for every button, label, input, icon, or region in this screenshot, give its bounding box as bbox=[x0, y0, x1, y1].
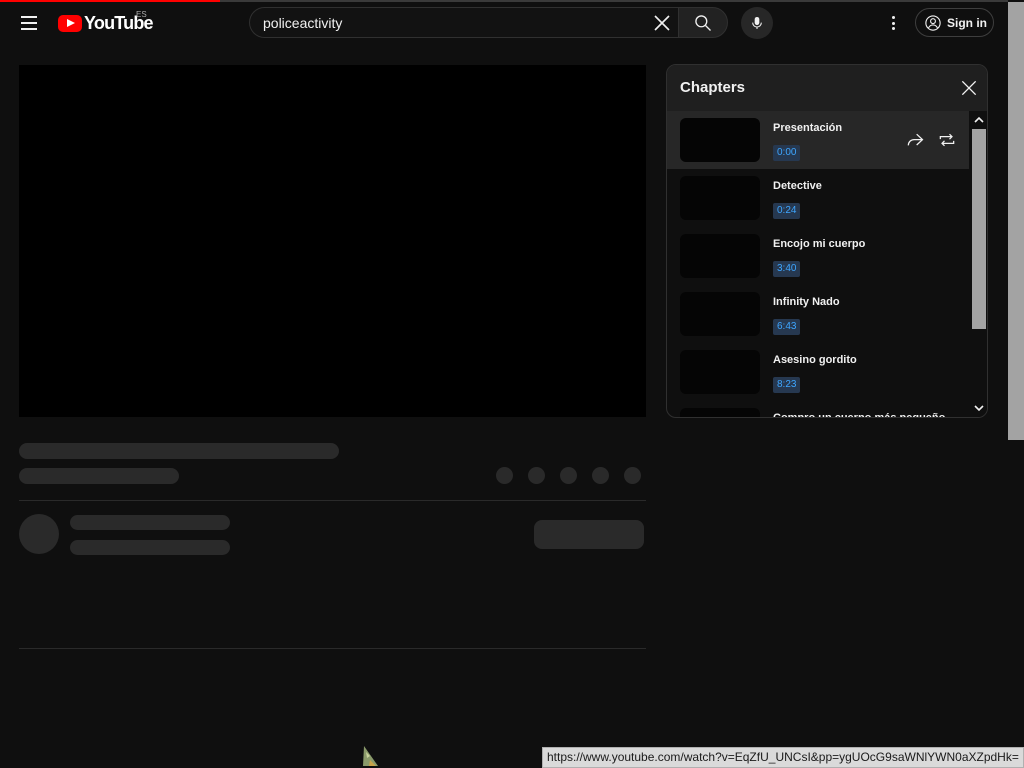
chapter-title: Detective bbox=[773, 180, 822, 192]
chapter-title: Asesino gordito bbox=[773, 354, 857, 366]
channel-subs-placeholder bbox=[70, 540, 230, 555]
divider bbox=[19, 648, 646, 649]
chapter-timestamp[interactable]: 0:00 bbox=[773, 145, 801, 161]
chapters-header: Chapters bbox=[667, 65, 987, 111]
search-box bbox=[249, 7, 679, 38]
page-scrollbar-thumb[interactable] bbox=[1008, 2, 1024, 440]
chapter-list: Presentación 0:00 Detective 0:24 Encojo mi c… bbox=[667, 111, 969, 417]
video-player[interactable] bbox=[19, 65, 646, 417]
chapter-timestamp[interactable]: 3:40 bbox=[773, 261, 801, 277]
chapter-thumbnail[interactable] bbox=[680, 234, 760, 278]
more-vert-icon bbox=[891, 16, 895, 19]
masthead: YouTube ES Sign in bbox=[0, 0, 1008, 46]
share-icon[interactable] bbox=[905, 130, 925, 150]
channel-avatar-placeholder bbox=[19, 514, 59, 554]
divider bbox=[19, 500, 646, 501]
microphone-icon bbox=[752, 17, 762, 29]
chapter-title: Infinity Nado bbox=[773, 296, 840, 308]
chapter-timestamp[interactable]: 6:43 bbox=[773, 319, 801, 335]
youtube-logo[interactable]: YouTube ES bbox=[58, 10, 154, 35]
repeat-icon[interactable] bbox=[937, 130, 957, 150]
page-scrollbar[interactable] bbox=[1008, 0, 1024, 768]
action-button-placeholder bbox=[528, 467, 545, 484]
chapter-timestamp[interactable]: 8:23 bbox=[773, 377, 801, 393]
chapter-title: Presentación bbox=[773, 122, 843, 134]
action-button-placeholder bbox=[496, 467, 513, 484]
scroll-up-icon[interactable] bbox=[974, 115, 984, 125]
chapter-thumbnail[interactable] bbox=[680, 350, 760, 394]
country-code: ES bbox=[136, 10, 147, 19]
search-input[interactable] bbox=[263, 12, 643, 34]
chapters-scrollbar[interactable] bbox=[971, 111, 987, 417]
status-bar-url: https://www.youtube.com/watch?v=EqZfU_UN… bbox=[542, 747, 1024, 768]
chapter-thumbnail[interactable] bbox=[680, 118, 760, 162]
scroll-down-icon[interactable] bbox=[974, 403, 984, 413]
action-button-placeholder bbox=[560, 467, 577, 484]
video-title-placeholder bbox=[19, 443, 339, 459]
chapter-thumbnail[interactable] bbox=[680, 176, 760, 220]
guide-menu-button[interactable] bbox=[14, 8, 44, 38]
youtube-play-icon bbox=[58, 14, 82, 32]
video-meta-placeholder bbox=[19, 468, 179, 484]
hamburger-icon-line bbox=[21, 22, 37, 24]
account-circle-icon bbox=[925, 14, 941, 31]
chapter-item[interactable]: Presentación 0:00 bbox=[667, 111, 969, 169]
chapter-item[interactable]: Infinity Nado 6:43 bbox=[667, 285, 969, 343]
clear-search-icon[interactable] bbox=[650, 11, 674, 35]
cursor-mascot-icon bbox=[363, 746, 378, 766]
more-vert-icon-dot bbox=[891, 21, 895, 25]
chapter-thumbnail[interactable] bbox=[680, 292, 760, 336]
chapter-item[interactable]: Asesino gordito 8:23 bbox=[667, 343, 969, 401]
search-icon bbox=[695, 14, 711, 31]
chapter-item[interactable]: Encojo mi cuerpo 3:40 bbox=[667, 227, 969, 285]
chapter-title: Encojo mi cuerpo bbox=[773, 238, 866, 250]
close-icon[interactable] bbox=[959, 78, 979, 98]
chapters-panel: Chapters Presentación 0:00 Detective 0:24 En… bbox=[666, 64, 988, 418]
chapters-scrollbar-thumb[interactable] bbox=[972, 129, 986, 329]
hamburger-icon bbox=[21, 16, 37, 18]
chapters-title: Chapters bbox=[680, 79, 746, 96]
settings-more-button[interactable] bbox=[882, 11, 904, 35]
hamburger-icon-line bbox=[21, 28, 37, 30]
chapter-thumbnail[interactable] bbox=[680, 408, 760, 417]
sign-in-button[interactable]: Sign in bbox=[915, 8, 994, 37]
search-button[interactable] bbox=[678, 7, 728, 38]
channel-name-placeholder bbox=[70, 515, 230, 530]
sign-in-label: Sign in bbox=[947, 15, 987, 30]
action-button-placeholder bbox=[592, 467, 609, 484]
chapter-item[interactable]: Detective 0:24 bbox=[667, 169, 969, 227]
voice-search-button[interactable] bbox=[741, 7, 773, 39]
action-button-placeholder bbox=[624, 467, 641, 484]
subscribe-button-placeholder bbox=[534, 520, 644, 549]
chapter-timestamp[interactable]: 0:24 bbox=[773, 203, 801, 219]
chapter-item[interactable]: Compro un cuerpo más pequeño bbox=[667, 401, 969, 417]
more-vert-icon-dot bbox=[891, 27, 895, 30]
chapter-title: Compro un cuerpo más pequeño bbox=[773, 412, 945, 417]
